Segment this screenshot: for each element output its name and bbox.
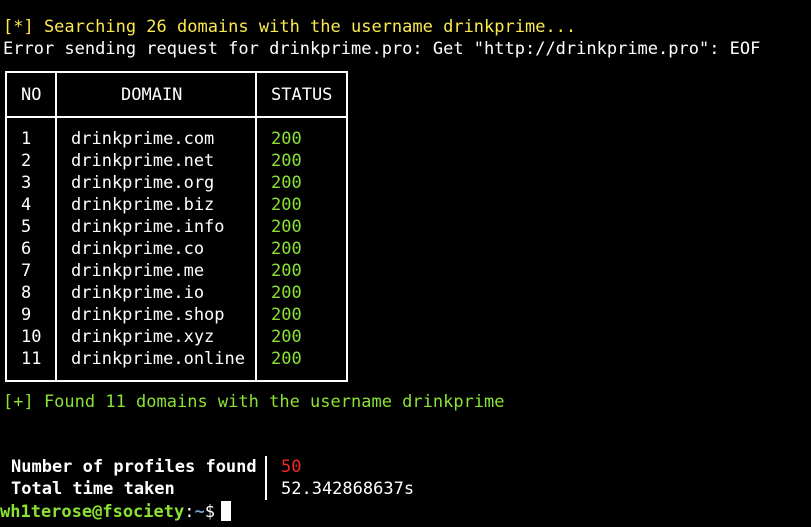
row-number: 5 (21, 217, 32, 237)
row-domain: drinkprime.co (71, 239, 205, 259)
profiles-found-label: Number of profiles found (11, 457, 257, 477)
row-status: 200 (271, 217, 302, 237)
row-status: 200 (271, 173, 302, 193)
row-domain: drinkprime.me (71, 261, 205, 281)
table-header-status: STATUS (271, 85, 333, 105)
row-domain: drinkprime.biz (71, 195, 215, 215)
row-number: 11 (21, 349, 42, 369)
table-header-no: NO (21, 85, 42, 105)
time-taken-value: 52.342868637s (281, 479, 415, 499)
row-domain: drinkprime.org (71, 173, 215, 193)
row-number: 8 (21, 283, 32, 303)
row-status: 200 (271, 129, 302, 149)
row-number: 9 (21, 305, 32, 325)
results-table: NO DOMAIN STATUS 1 drinkprime.com 200 2 … (5, 71, 348, 382)
table-header-domain: DOMAIN (121, 85, 183, 105)
row-domain: drinkprime.net (71, 151, 215, 171)
row-status: 200 (271, 305, 302, 325)
row-status: 200 (271, 327, 302, 347)
table-row: 1 drinkprime.com 200 (7, 128, 346, 150)
row-status: 200 (271, 151, 302, 171)
table-row: 2 drinkprime.net 200 (7, 150, 346, 172)
prompt-user-host: wh1terose@fsociety (0, 502, 185, 522)
table-row: 6 drinkprime.co 200 (7, 238, 346, 260)
table-row: 9 drinkprime.shop 200 (7, 304, 346, 326)
shell-prompt[interactable]: wh1terose@fsociety:~$ (0, 501, 231, 523)
row-status: 200 (271, 283, 302, 303)
table-row: 3 drinkprime.org 200 (7, 172, 346, 194)
row-number: 3 (21, 173, 32, 193)
row-domain: drinkprime.com (71, 129, 215, 149)
table-row: 5 drinkprime.info 200 (7, 216, 346, 238)
table-row: 10 drinkprime.xyz 200 (7, 326, 346, 348)
table-body: 1 drinkprime.com 200 2 drinkprime.net 20… (7, 128, 346, 370)
row-domain: drinkprime.xyz (71, 327, 215, 347)
row-number: 4 (21, 195, 32, 215)
row-number: 6 (21, 239, 32, 259)
time-taken-label: Total time taken (11, 479, 175, 499)
text-cursor[interactable] (220, 501, 231, 521)
row-domain: drinkprime.info (71, 217, 225, 237)
table-row: 7 drinkprime.me 200 (7, 260, 346, 282)
row-status: 200 (271, 349, 302, 369)
search-status-line: [*] Searching 26 domains with the userna… (3, 17, 577, 37)
summary-divider (265, 456, 267, 500)
row-status: 200 (271, 261, 302, 281)
row-number: 10 (21, 327, 42, 347)
table-header-divider (7, 116, 346, 118)
row-number: 2 (21, 151, 32, 171)
row-number: 7 (21, 261, 32, 281)
row-domain: drinkprime.shop (71, 305, 225, 325)
prompt-separator: : (184, 502, 195, 522)
row-domain: drinkprime.online (71, 349, 245, 369)
row-status: 200 (271, 239, 302, 259)
prompt-symbol: $ (204, 502, 215, 522)
prompt-path: ~ (194, 502, 205, 522)
error-line: Error sending request for drinkprime.pro… (3, 39, 761, 59)
row-domain: drinkprime.io (71, 283, 205, 303)
table-row: 11 drinkprime.online 200 (7, 348, 346, 370)
table-row: 8 drinkprime.io 200 (7, 282, 346, 304)
row-number: 1 (21, 129, 32, 149)
row-status: 200 (271, 195, 302, 215)
profiles-found-value: 50 (281, 457, 302, 477)
table-row: 4 drinkprime.biz 200 (7, 194, 346, 216)
found-summary-line: [+] Found 11 domains with the username d… (3, 392, 505, 412)
